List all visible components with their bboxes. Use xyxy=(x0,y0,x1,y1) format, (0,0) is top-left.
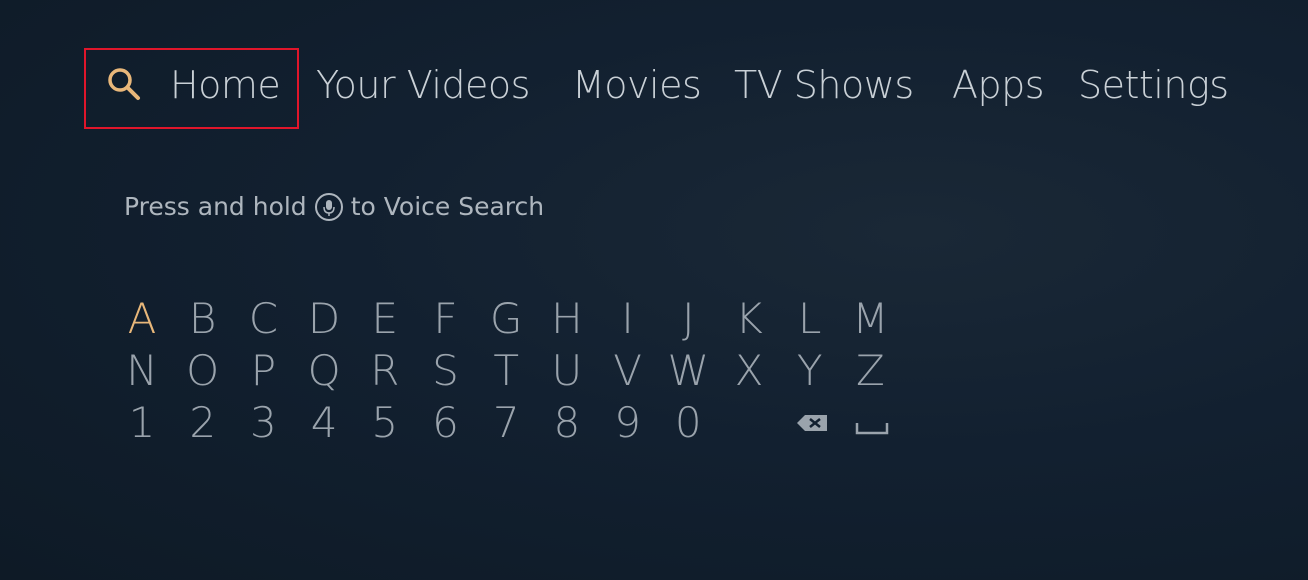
key-d[interactable]: D xyxy=(294,294,354,344)
key-z[interactable]: Z xyxy=(840,346,900,396)
backspace-key[interactable] xyxy=(780,398,840,448)
key-y[interactable]: Y xyxy=(780,346,840,396)
key-9[interactable]: 9 xyxy=(598,398,658,448)
key-x[interactable]: X xyxy=(719,346,779,396)
voice-hint-prefix: Press and hold xyxy=(124,192,307,221)
key-i[interactable]: I xyxy=(598,294,658,344)
key-o[interactable]: O xyxy=(173,346,233,396)
key-4[interactable]: 4 xyxy=(294,398,354,448)
nav-item-apps[interactable]: Apps xyxy=(952,60,1045,110)
key-w[interactable]: W xyxy=(658,346,718,396)
key-v[interactable]: V xyxy=(598,346,658,396)
space-key[interactable] xyxy=(840,398,900,448)
key-7[interactable]: 7 xyxy=(476,398,536,448)
key-m[interactable]: M xyxy=(840,294,900,344)
key-j[interactable]: J xyxy=(658,294,718,344)
key-0[interactable]: 0 xyxy=(658,398,718,448)
focus-highlight xyxy=(84,48,299,129)
key-g[interactable]: G xyxy=(476,294,536,344)
key-p[interactable]: P xyxy=(233,346,293,396)
key-a[interactable]: A xyxy=(112,294,172,344)
key-2[interactable]: 2 xyxy=(173,398,233,448)
key-k[interactable]: K xyxy=(719,294,779,344)
key-c[interactable]: C xyxy=(233,294,293,344)
key-q[interactable]: Q xyxy=(294,346,354,396)
key-r[interactable]: R xyxy=(355,346,415,396)
key-8[interactable]: 8 xyxy=(537,398,597,448)
key-5[interactable]: 5 xyxy=(355,398,415,448)
key-s[interactable]: S xyxy=(416,346,476,396)
backspace-icon xyxy=(796,415,827,431)
nav-item-tv-shows[interactable]: TV Shows xyxy=(734,60,914,110)
voice-search-hint: Press and hold to Voice Search xyxy=(124,192,544,221)
space-icon xyxy=(856,423,889,435)
key-1[interactable]: 1 xyxy=(112,398,172,448)
nav-item-your-videos[interactable]: Your Videos xyxy=(316,60,530,110)
key-e[interactable]: E xyxy=(355,294,415,344)
nav-item-movies[interactable]: Movies xyxy=(572,60,702,110)
key-t[interactable]: T xyxy=(476,346,536,396)
key-l[interactable]: L xyxy=(780,294,840,344)
key-6[interactable]: 6 xyxy=(416,398,476,448)
voice-hint-suffix: to Voice Search xyxy=(350,192,545,221)
key-u[interactable]: U xyxy=(537,346,597,396)
key-h[interactable]: H xyxy=(537,294,597,344)
key-n[interactable]: N xyxy=(112,346,172,396)
key-3[interactable]: 3 xyxy=(233,398,293,448)
key-f[interactable]: F xyxy=(416,294,476,344)
nav-item-settings[interactable]: Settings xyxy=(1078,60,1229,110)
microphone-icon xyxy=(314,192,343,221)
key-b[interactable]: B xyxy=(173,294,233,344)
